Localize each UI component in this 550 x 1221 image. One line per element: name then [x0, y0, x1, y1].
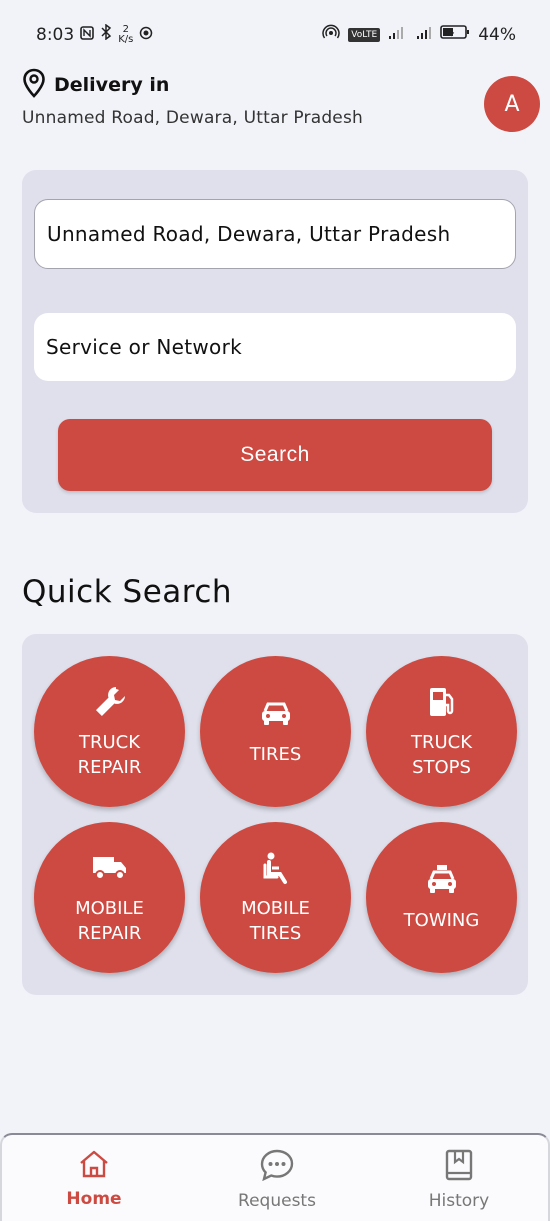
quick-search-towing[interactable]: TOWING [366, 822, 517, 973]
bluetooth-icon [100, 23, 112, 45]
avatar[interactable]: A [484, 76, 540, 132]
sync-icon [139, 25, 153, 45]
gas-pump-icon [424, 684, 460, 720]
delivery-label: Delivery in [54, 74, 170, 96]
address-input[interactable]: Unnamed Road, Dewara, Uttar Pradesh [34, 199, 516, 269]
delivery-header[interactable]: Delivery in Unnamed Road, Dewara, Uttar … [22, 68, 540, 132]
quick-search-truck-stops[interactable]: TRUCK STOPS [366, 656, 517, 807]
home-icon [78, 1149, 110, 1183]
search-card: Unnamed Road, Dewara, Uttar Pradesh Serv… [22, 170, 528, 513]
volte-badge: VoLTE [348, 27, 381, 42]
quick-search-card: TRUCK REPAIR TIRES TRUCK STOPS MOBILE RE… [22, 634, 528, 995]
quick-search-mobile-tires[interactable]: MOBILE TIRES [200, 822, 351, 973]
battery-percent: 44% [478, 24, 516, 45]
wrench-icon [92, 684, 128, 720]
signal-2-icon [416, 25, 432, 45]
delivery-address: Unnamed Road, Dewara, Uttar Pradesh [22, 108, 363, 128]
truck-icon [92, 850, 128, 886]
nav-home[interactable]: Home [34, 1149, 154, 1209]
quick-search-truck-repair[interactable]: TRUCK REPAIR [34, 656, 185, 807]
quick-search-tires[interactable]: TIRES [200, 656, 351, 807]
chat-bubble-icon [259, 1149, 295, 1185]
hotspot-icon [322, 24, 341, 45]
status-time: 8:03 [36, 24, 75, 45]
nav-requests[interactable]: Requests [217, 1149, 337, 1211]
taxi-icon [424, 862, 460, 898]
seat-person-icon [258, 850, 294, 886]
quick-search-title: Quick Search [22, 574, 233, 610]
book-icon [444, 1149, 474, 1185]
service-input[interactable]: Service or Network [34, 313, 516, 381]
search-button[interactable]: Search [58, 419, 492, 491]
car-icon [258, 696, 294, 732]
quick-search-mobile-repair[interactable]: MOBILE REPAIR [34, 822, 185, 973]
battery-icon [440, 24, 470, 45]
nfc-icon [80, 25, 94, 45]
status-bar: 8:03 2 K/s VoLTE 44% [0, 0, 550, 60]
nav-history[interactable]: History [399, 1149, 519, 1211]
location-pin-icon [22, 68, 46, 102]
bottom-navigation: Home Requests History [0, 1133, 550, 1221]
net-speed: 2 K/s [118, 23, 134, 45]
signal-icon [388, 25, 408, 45]
